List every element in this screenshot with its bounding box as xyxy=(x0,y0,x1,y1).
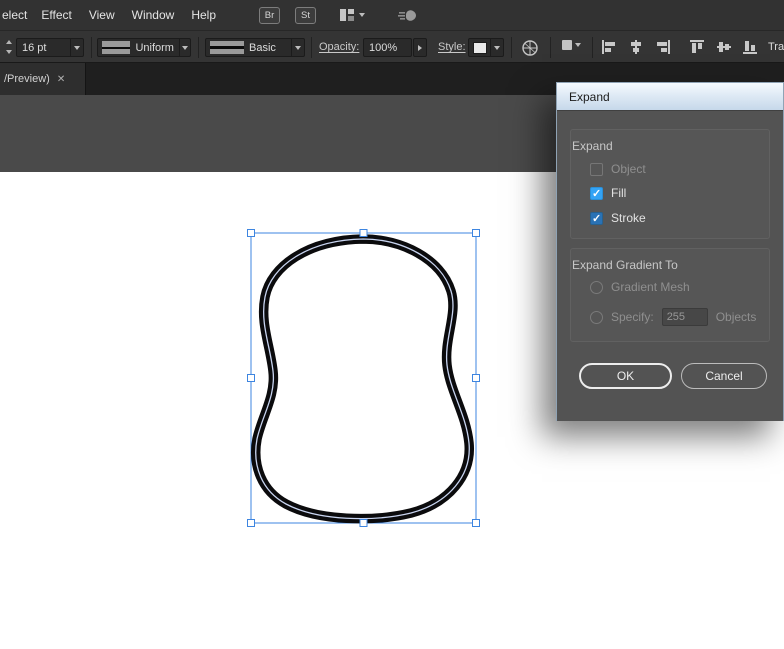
expand-group-label: Expand xyxy=(572,139,613,153)
divider xyxy=(550,37,551,58)
stroke-option-row: ✓ Stroke xyxy=(590,211,646,225)
stroke-checkbox[interactable]: ✓ xyxy=(590,211,603,225)
gradient-mesh-row: Gradient Mesh xyxy=(590,280,690,294)
stroke-weight-stepper[interactable] xyxy=(3,38,14,56)
object-option-row: Object xyxy=(590,162,646,176)
dialog-titlebar[interactable]: Expand xyxy=(557,83,783,110)
ok-button[interactable]: OK xyxy=(579,363,672,389)
check-icon: ✓ xyxy=(592,212,602,225)
width-profile-dropdown[interactable] xyxy=(178,39,190,56)
width-profile-value: Uniform xyxy=(135,41,174,54)
align-to-selection-dropdown[interactable] xyxy=(562,40,581,50)
chevron-right-icon xyxy=(418,44,422,51)
divider xyxy=(91,37,92,58)
opacity-flyout-button[interactable] xyxy=(413,38,427,57)
stepper-down-icon[interactable] xyxy=(5,50,12,54)
align-horizontal-center-button[interactable] xyxy=(628,39,644,55)
specify-suffix-label: Objects xyxy=(715,310,757,324)
specify-label: Specify: xyxy=(611,310,654,324)
specify-row: Specify: Objects xyxy=(590,308,756,326)
workspace-switcher-dropdown[interactable] xyxy=(339,8,365,22)
divider xyxy=(198,37,199,58)
brush-definition-combo[interactable]: Basic xyxy=(205,38,305,57)
align-target-icon xyxy=(562,40,572,50)
chevron-down-icon xyxy=(181,45,188,50)
style-label[interactable]: Style: xyxy=(438,41,466,53)
opacity-value: 100% xyxy=(369,41,398,54)
divider xyxy=(311,37,312,58)
stroke-weight-dropdown[interactable] xyxy=(70,39,83,56)
fill-checkbox-label: Fill xyxy=(611,186,627,200)
align-vertical-center-button[interactable] xyxy=(716,39,732,55)
menu-item-effect[interactable]: Effect xyxy=(41,8,71,22)
gradient-group-label: Expand Gradient To xyxy=(572,258,678,272)
align-horizontal-center-icon xyxy=(631,40,641,54)
divider xyxy=(592,37,593,58)
align-vertical-center-icon xyxy=(717,42,731,52)
stock-badge-icon[interactable]: St xyxy=(295,6,316,24)
hand-gesture-icon[interactable] xyxy=(397,7,419,23)
fill-checkbox[interactable]: ✓ xyxy=(590,186,603,200)
align-horizontal-left-icon xyxy=(602,40,615,54)
control-bar: 16 pt Uniform Basic Opacity: 100% Style: xyxy=(0,30,784,63)
chevron-down-icon xyxy=(295,45,301,50)
workspace-layout-icon xyxy=(340,9,354,21)
expand-dialog: Expand Expand Object ✓ Fill ✓ Stroke Exp… xyxy=(556,82,784,421)
stroke-weight-value: 16 pt xyxy=(22,41,47,54)
menu-item-select[interactable]: elect xyxy=(2,8,27,22)
opacity-combo[interactable]: 100% xyxy=(363,38,412,57)
align-horizontal-left-button[interactable] xyxy=(601,39,617,55)
check-icon: ✓ xyxy=(592,187,602,200)
brush-definition-dropdown[interactable] xyxy=(291,39,304,56)
chevron-down-icon xyxy=(359,13,365,17)
menu-item-window[interactable]: Window xyxy=(132,8,175,22)
stroke-checkbox-label: Stroke xyxy=(611,211,646,225)
style-swatch-icon xyxy=(473,41,487,54)
gradient-mesh-label: Gradient Mesh xyxy=(611,280,690,294)
specify-objects-input[interactable] xyxy=(661,308,708,326)
cancel-button[interactable]: Cancel xyxy=(681,363,767,389)
color-wheel-icon xyxy=(522,40,538,56)
document-tab[interactable]: /Preview) ✕ xyxy=(0,63,86,95)
menu-bar: elect Effect View Window Help Br St xyxy=(0,0,784,30)
object-checkbox[interactable] xyxy=(590,162,603,176)
dialog-body: Expand Object ✓ Fill ✓ Stroke Expand Gra… xyxy=(557,110,783,421)
opacity-label[interactable]: Opacity: xyxy=(319,41,359,53)
document-tab-title: /Preview) xyxy=(4,73,50,85)
bridge-badge-icon[interactable]: Br xyxy=(259,6,280,24)
chevron-down-icon xyxy=(575,43,581,47)
align-horizontal-right-icon xyxy=(657,40,670,54)
application-window: elect Effect View Window Help Br St 16 p… xyxy=(0,0,784,649)
stroke-weight-combo[interactable]: 16 pt xyxy=(16,38,84,57)
stepper-up-icon[interactable] xyxy=(5,40,12,44)
align-horizontal-right-button[interactable] xyxy=(655,39,671,55)
divider xyxy=(511,37,512,58)
transform-label[interactable]: Tra xyxy=(768,41,784,53)
basic-brush-preview-icon xyxy=(210,41,244,54)
fill-option-row: ✓ Fill xyxy=(590,186,626,200)
close-tab-icon[interactable]: ✕ xyxy=(57,74,65,85)
gradient-mesh-radio[interactable] xyxy=(590,280,603,294)
align-vertical-bottom-button[interactable] xyxy=(742,39,758,55)
object-checkbox-label: Object xyxy=(611,162,646,176)
align-vertical-top-button[interactable] xyxy=(689,39,705,55)
menu-item-help[interactable]: Help xyxy=(191,8,216,22)
hand-gesture-glyph xyxy=(398,10,416,21)
align-vertical-top-icon xyxy=(690,40,704,53)
chevron-down-icon xyxy=(74,45,80,50)
recolor-artwork-button[interactable] xyxy=(521,39,539,57)
align-vertical-bottom-icon xyxy=(743,41,757,54)
brush-definition-value: Basic xyxy=(249,41,276,54)
uniform-profile-preview-icon xyxy=(102,41,131,54)
chevron-down-icon xyxy=(494,45,500,50)
dialog-title: Expand xyxy=(569,89,610,104)
style-dropdown[interactable] xyxy=(490,39,503,56)
graphic-style-combo[interactable] xyxy=(468,38,504,57)
menu-item-view[interactable]: View xyxy=(89,8,115,22)
specify-radio[interactable] xyxy=(590,310,603,324)
width-profile-combo[interactable]: Uniform xyxy=(97,38,191,57)
